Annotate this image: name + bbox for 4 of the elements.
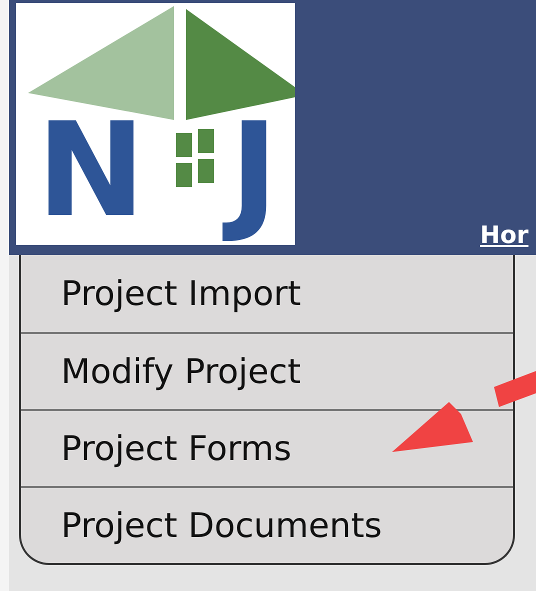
- menu-item[interactable]: Project Import: [21, 255, 513, 332]
- home-link[interactable]: Hor: [480, 223, 536, 247]
- menu-item[interactable]: Project Documents: [21, 486, 513, 563]
- house-logo-icon: N J: [16, 3, 295, 245]
